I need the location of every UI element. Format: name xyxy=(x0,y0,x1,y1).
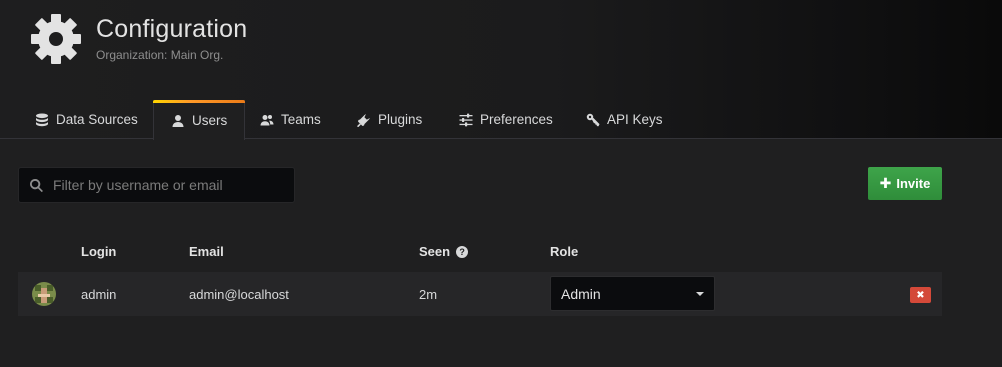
tab-label: Data Sources xyxy=(56,112,138,127)
invite-button[interactable]: ✚ Invite xyxy=(868,167,942,200)
cell-email: admin@localhost xyxy=(189,287,289,302)
column-header-seen: Seen ? xyxy=(419,244,469,259)
tab-users[interactable]: Users xyxy=(153,100,246,140)
tab-label: Plugins xyxy=(378,112,423,127)
caret-down-icon xyxy=(696,291,704,296)
table-row: admin admin@localhost 2m Admin ✖ xyxy=(18,272,942,316)
column-header-login: Login xyxy=(81,244,117,259)
close-icon: ✖ xyxy=(916,289,925,301)
question-circle-icon[interactable]: ? xyxy=(456,245,469,258)
remove-user-button[interactable]: ✖ xyxy=(910,287,931,303)
tab-teams[interactable]: Teams xyxy=(243,100,338,139)
sliders-icon xyxy=(459,113,473,126)
plus-icon: ✚ xyxy=(879,175,892,191)
column-header-role: Role xyxy=(550,244,579,259)
tab-data-sources[interactable]: Data Sources xyxy=(18,100,155,139)
page-header: Configuration Organization: Main Org. Da… xyxy=(0,0,1002,140)
search-icon xyxy=(30,178,43,192)
tab-label: Teams xyxy=(281,112,321,127)
tab-label: API Keys xyxy=(607,112,663,127)
tab-api-keys[interactable]: API Keys xyxy=(569,100,680,139)
role-select-value: Admin xyxy=(561,285,601,302)
search-input[interactable] xyxy=(53,177,283,193)
avatar xyxy=(32,282,56,306)
tab-label: Users xyxy=(192,113,228,128)
tab-label: Preferences xyxy=(480,112,553,127)
role-select[interactable]: Admin xyxy=(550,276,715,311)
cell-login: admin xyxy=(81,287,117,302)
invite-button-label: Invite xyxy=(896,176,931,191)
plug-icon xyxy=(357,113,370,127)
search-field[interactable] xyxy=(18,167,295,203)
users-icon xyxy=(260,114,274,125)
column-header-email: Email xyxy=(189,244,224,259)
column-header-seen-label: Seen xyxy=(419,244,451,259)
page-subtitle: Organization: Main Org. xyxy=(96,48,224,62)
database-icon xyxy=(36,113,48,126)
key-icon xyxy=(586,113,600,126)
tab-preferences[interactable]: Preferences xyxy=(442,100,570,139)
tab-plugins[interactable]: Plugins xyxy=(340,100,439,139)
gear-icon xyxy=(31,14,81,64)
page-title: Configuration xyxy=(96,15,248,43)
cell-seen: 2m xyxy=(419,287,438,302)
user-icon xyxy=(172,114,184,127)
